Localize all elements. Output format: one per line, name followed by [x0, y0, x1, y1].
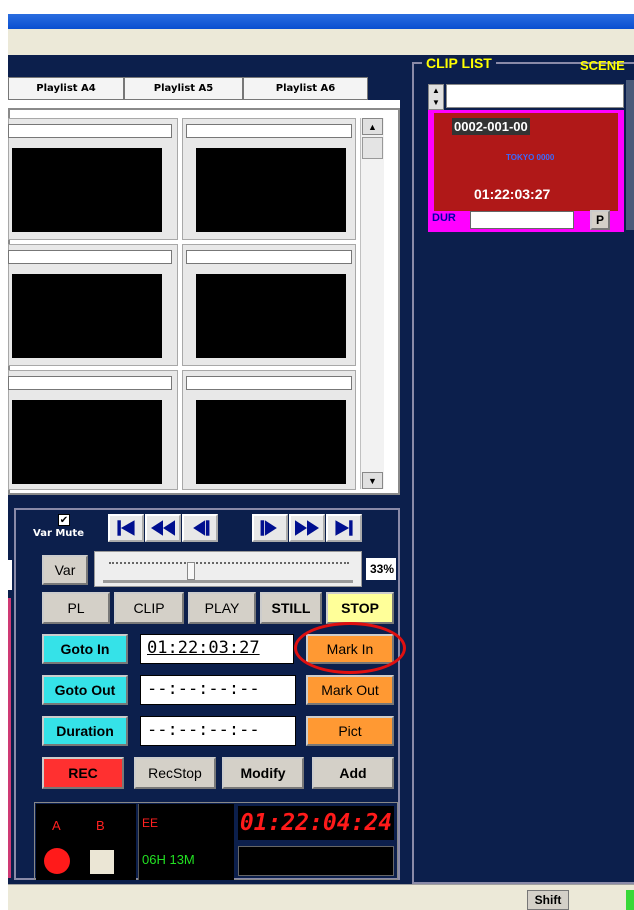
thumb-preview [12, 274, 162, 358]
goto-out-button[interactable]: Goto Out [42, 675, 128, 705]
skip-to-start-icon[interactable] [108, 514, 144, 542]
highlight-circle [294, 622, 406, 674]
modify-button[interactable]: Modify [222, 757, 304, 789]
channel-a-label: A [52, 818, 61, 833]
dur-label: DUR [432, 212, 456, 224]
thumb-preview [12, 148, 162, 232]
mark-out-button[interactable]: Mark Out [306, 675, 394, 705]
stop-indicator-icon [90, 850, 114, 874]
clip-id: 0002-001-00 [452, 118, 530, 135]
clip-duration-field[interactable] [470, 211, 574, 229]
window-titlebar [8, 14, 634, 29]
scroll-down-icon[interactable]: ▼ [362, 472, 383, 489]
tab-playlist-a4[interactable]: Playlist A4 [8, 77, 124, 100]
scene-panel-edge [626, 80, 634, 230]
clip-spin-icon[interactable]: ▲ ▼ [428, 84, 444, 110]
in-timecode-field[interactable]: 01:22:03:27 [140, 634, 294, 664]
info-display [238, 846, 394, 876]
remaining-time: 06H 13M [142, 852, 195, 867]
tab-playlist-a6[interactable]: Playlist A6 [243, 77, 368, 100]
scene-label: SCENE [580, 58, 625, 73]
clip-timecode: 01:22:03:27 [474, 186, 551, 202]
var-mute-checkbox[interactable]: ✔ [58, 514, 70, 526]
out-timecode-field[interactable]: --:--:--:-- [140, 675, 296, 705]
left-edge-strip [8, 598, 11, 878]
led-timecode-display: 01:22:04:24 [238, 806, 394, 840]
duration-button[interactable]: Duration [42, 716, 128, 746]
clip-caption: TOKYO 0000 [506, 153, 555, 162]
stop-button[interactable]: STOP [326, 592, 394, 624]
shift-indicator: Shift [527, 890, 569, 910]
thumb-title-field[interactable] [8, 124, 172, 138]
scroll-up-icon[interactable]: ▲ [362, 118, 383, 135]
left-edge-field [8, 560, 12, 590]
playlist-scrollbar[interactable] [360, 118, 384, 489]
duration-field[interactable]: --:--:--:-- [140, 716, 296, 746]
var-mute-label: Var Mute [33, 528, 84, 539]
status-indicator-green [626, 890, 634, 910]
p-button[interactable]: P [590, 210, 610, 230]
recstop-button[interactable]: RecStop [134, 757, 216, 789]
record-indicator-icon [44, 848, 70, 874]
thumb-title-field[interactable] [186, 250, 352, 264]
thumb-title-field[interactable] [8, 250, 172, 264]
var-button[interactable]: Var [42, 555, 88, 585]
scroll-thumb[interactable] [362, 137, 383, 159]
thumb-preview [196, 274, 346, 358]
ee-label: EE [142, 816, 159, 830]
still-button[interactable]: STILL [260, 592, 322, 624]
clip-search-field[interactable] [446, 84, 624, 108]
channel-b-label: B [96, 818, 105, 833]
thumb-title-field[interactable] [186, 376, 352, 390]
step-back-icon[interactable] [182, 514, 218, 542]
tab-playlist-a5[interactable]: Playlist A5 [124, 77, 243, 100]
play-button[interactable]: PLAY [188, 592, 256, 624]
speed-percent: 33% [366, 558, 396, 580]
fast-forward-icon[interactable] [289, 514, 325, 542]
clip-list-title: CLIP LIST [422, 55, 496, 71]
thumb-preview [196, 400, 346, 484]
clip-button[interactable]: CLIP [114, 592, 184, 624]
pl-button[interactable]: PL [42, 592, 110, 624]
pict-button[interactable]: Pict [306, 716, 394, 746]
thumb-preview [12, 400, 162, 484]
thumb-preview [196, 148, 346, 232]
add-button[interactable]: Add [312, 757, 394, 789]
thumb-title-field[interactable] [8, 376, 172, 390]
step-forward-icon[interactable] [252, 514, 288, 542]
rewind-icon[interactable] [145, 514, 181, 542]
thumb-title-field[interactable] [186, 124, 352, 138]
goto-in-button[interactable]: Goto In [42, 634, 128, 664]
toolbar-area [8, 29, 634, 55]
slider-thumb[interactable] [186, 562, 195, 580]
skip-to-end-icon[interactable] [326, 514, 362, 542]
speed-slider[interactable] [94, 551, 362, 587]
rec-button[interactable]: REC [42, 757, 124, 789]
